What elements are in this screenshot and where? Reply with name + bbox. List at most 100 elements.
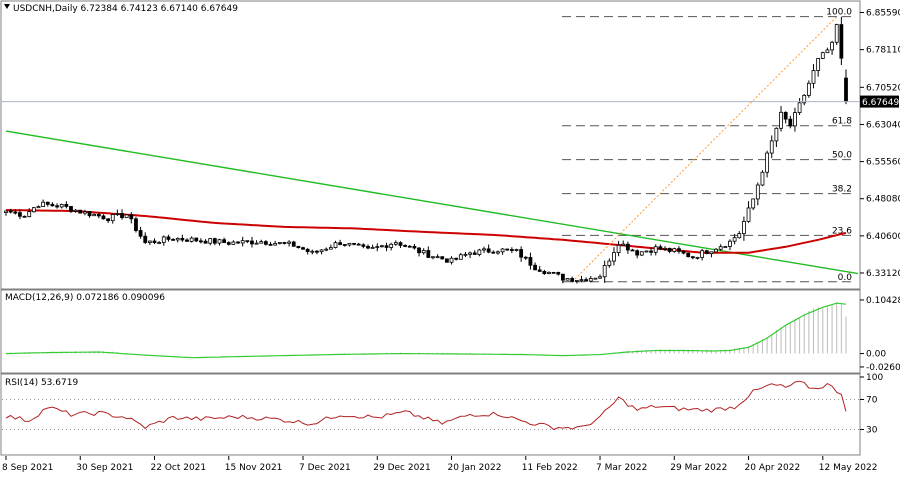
candle-body	[635, 250, 640, 256]
candle	[644, 250, 649, 253]
candle-body	[245, 240, 250, 243]
price-y-tick-label: 6.55560	[866, 158, 900, 168]
candle-body	[189, 237, 194, 242]
candle-body	[412, 246, 417, 249]
candle-body	[579, 279, 584, 282]
candle-body	[653, 246, 658, 253]
candle-body	[463, 253, 468, 256]
fib-level-label: 50.0	[832, 151, 852, 161]
candle-body	[482, 248, 486, 251]
candle-body	[375, 246, 380, 248]
rsi-y-tick-label: 30	[866, 426, 878, 436]
candle	[760, 170, 765, 187]
candle-body	[672, 248, 677, 252]
candle-body	[208, 238, 213, 244]
candle	[834, 23, 839, 46]
candle-body	[185, 239, 189, 242]
candle-body	[263, 241, 268, 245]
price-y-tick-label: 6.63040	[866, 120, 900, 130]
candle-body	[598, 276, 602, 279]
candle-body	[760, 171, 765, 186]
candle-body	[607, 260, 612, 266]
candle-body	[417, 247, 421, 254]
candle-body	[27, 211, 32, 217]
candle-body	[602, 265, 607, 278]
candle-body	[825, 49, 830, 54]
candle-body	[686, 252, 691, 258]
candle-body	[519, 249, 524, 258]
candle-body	[59, 203, 64, 208]
candle-body	[8, 210, 13, 213]
candle-body	[500, 248, 505, 253]
candle-body	[523, 256, 528, 259]
candle-body	[728, 240, 732, 247]
candle-body	[663, 247, 667, 250]
candle-body	[570, 278, 575, 282]
candle	[551, 271, 556, 274]
fib-level-label: 61.8	[832, 117, 852, 127]
candle-body	[124, 214, 129, 219]
candle-body	[709, 251, 714, 254]
candle-body	[333, 242, 338, 248]
candle-body	[319, 249, 324, 253]
candle-body	[138, 230, 143, 237]
candle-body	[301, 247, 305, 250]
candle-body	[472, 252, 477, 255]
candle-body	[55, 205, 59, 208]
candle-body	[361, 244, 366, 247]
candle-body	[551, 271, 556, 274]
candle-body	[115, 213, 120, 215]
candle-body	[250, 240, 254, 245]
candle-body	[143, 235, 148, 243]
candle-body	[704, 250, 709, 254]
candle-body	[426, 250, 431, 258]
candle-body	[588, 278, 593, 282]
candle-body	[194, 237, 199, 242]
symbol-header: USDCNH,Daily 6.72384 6.74123 6.67140 6.6…	[13, 4, 238, 14]
candle-body	[537, 269, 542, 272]
candle-body	[769, 140, 774, 154]
candle-body	[315, 250, 319, 253]
candle-body	[259, 241, 264, 244]
candle-body	[222, 239, 227, 243]
candle-body	[820, 52, 825, 59]
x-tick-label: 29 Mar 2022	[670, 463, 727, 473]
candle-body	[134, 218, 138, 231]
x-tick-label: 20 Apr 2022	[745, 463, 801, 473]
candle-body	[268, 243, 273, 246]
x-tick-label: 20 Jan 2022	[448, 463, 502, 473]
price-y-tick-label: 6.70520	[866, 83, 900, 93]
candle-body	[352, 242, 356, 245]
price-y-tick-label: 6.78110	[866, 46, 900, 56]
x-tick-label: 15 Nov 2021	[225, 463, 283, 473]
candle-body	[287, 241, 291, 244]
candle-body	[342, 244, 347, 246]
candle-body	[440, 256, 445, 260]
candle-body	[87, 211, 92, 217]
candle-body	[92, 213, 97, 217]
candle-body	[171, 238, 175, 241]
candle-body	[291, 241, 296, 247]
fib-level-label: 100.0	[826, 8, 852, 18]
candle-body	[398, 242, 403, 246]
candle	[820, 51, 825, 60]
candle-body	[556, 272, 561, 275]
candle-body	[310, 250, 315, 253]
candle-body	[774, 127, 779, 142]
candle-body	[152, 240, 157, 244]
candle-body	[421, 250, 426, 254]
candle-body	[328, 247, 333, 250]
candle-body	[830, 41, 834, 51]
candle-body	[667, 247, 672, 252]
candle-body	[690, 256, 695, 259]
candle	[31, 206, 36, 213]
candle	[291, 240, 296, 247]
x-tick-label: 29 Dec 2021	[373, 463, 431, 473]
candle-body	[41, 201, 46, 207]
candle	[440, 256, 445, 260]
candle-body	[468, 252, 472, 255]
candle-body	[834, 24, 839, 43]
candle-body	[69, 206, 73, 212]
candle	[124, 214, 129, 219]
candle-body	[621, 243, 626, 246]
